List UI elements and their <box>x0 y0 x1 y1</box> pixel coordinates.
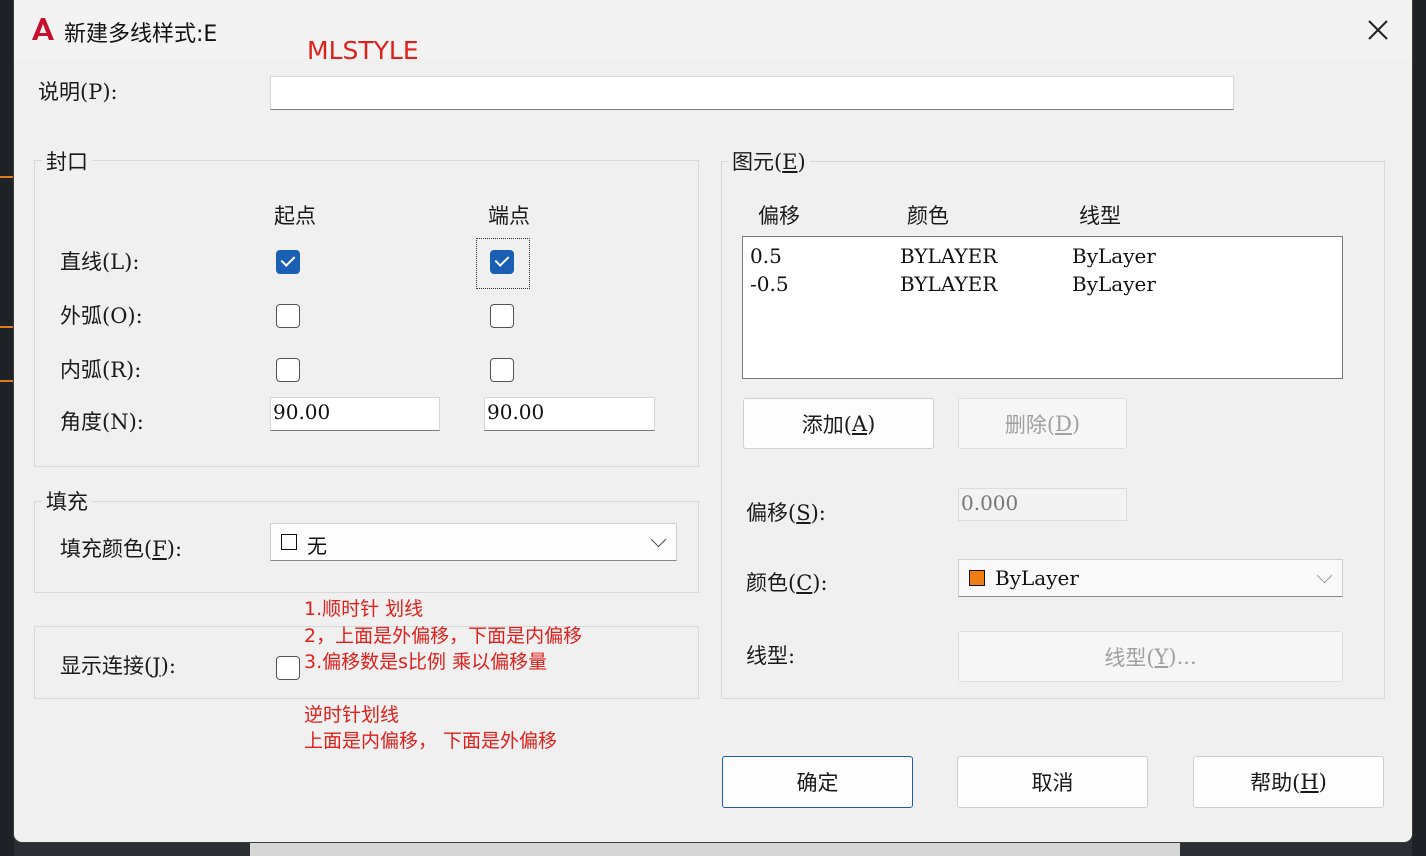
angle-start-input[interactable]: 90.00 <box>270 397 440 431</box>
description-input[interactable] <box>270 76 1234 110</box>
help-button[interactable]: 帮助(H) <box>1193 756 1384 808</box>
show-joints-checkbox[interactable] <box>276 656 300 680</box>
outer-arc-start-checkbox[interactable] <box>276 304 300 328</box>
element-offset: 0.5 <box>750 244 782 268</box>
element-color: BYLAYER <box>900 272 998 296</box>
inner-arc-label: 内弧(R): <box>60 358 142 382</box>
caps-group-title: 封口 <box>42 146 92 176</box>
description-label: 说明(P): <box>38 80 118 104</box>
delete-element-button[interactable]: 删除(D) <box>958 398 1127 449</box>
outer-arc-end-checkbox[interactable] <box>490 304 514 328</box>
background-bottom <box>250 842 1180 856</box>
linetype-label: 线型: <box>746 644 796 668</box>
fill-color-swatch <box>281 534 297 550</box>
close-icon <box>1368 20 1388 40</box>
outer-arc-label: 外弧(O): <box>60 304 143 328</box>
chevron-down-icon <box>650 531 667 548</box>
background-right <box>1412 0 1426 856</box>
annotation-mlstyle: MLSTYLE <box>307 36 419 65</box>
annotation-line-4: 逆时针划线 <box>304 704 400 726</box>
angle-label: 角度(N): <box>60 410 144 434</box>
angle-end-input[interactable]: 90.00 <box>484 397 655 431</box>
multiline-style-dialog: 新建多线样式:E MLSTYLE 说明(P): 封口 起点 端点 直线(L): … <box>14 0 1412 842</box>
linetype-button[interactable]: 线型(Y)... <box>958 631 1343 682</box>
element-color-swatch <box>969 570 985 586</box>
chevron-down-icon <box>1316 567 1333 584</box>
show-joints-label: 显示连接(J): <box>60 654 176 678</box>
window-title: 新建多线样式:E <box>64 22 218 47</box>
column-header-color: 颜色 <box>907 204 949 228</box>
inner-arc-start-checkbox[interactable] <box>276 358 300 382</box>
element-color-value: ByLayer <box>995 566 1079 590</box>
annotation-line-5: 上面是内偏移， 下面是外偏移 <box>304 730 558 752</box>
element-color: BYLAYER <box>900 244 998 268</box>
list-item[interactable]: -0.5 BYLAYER ByLayer <box>743 269 1342 297</box>
inner-arc-end-checkbox[interactable] <box>490 358 514 382</box>
background-line <box>0 380 14 382</box>
annotation-line-3: 3.偏移数是s比例 乘以偏移量 <box>304 651 548 673</box>
background-line <box>0 326 14 328</box>
title-bar: 新建多线样式:E <box>14 0 1412 58</box>
element-offset: -0.5 <box>750 272 789 296</box>
elements-group-title: 图元(E) <box>728 146 810 176</box>
background-line <box>0 176 14 178</box>
caps-column-start: 起点 <box>274 204 316 228</box>
add-element-button[interactable]: 添加(A) <box>743 398 934 449</box>
fill-group-title: 填充 <box>42 486 92 516</box>
autocad-logo-icon <box>32 18 54 40</box>
elements-list[interactable]: 0.5 BYLAYER ByLayer -0.5 BYLAYER ByLayer <box>742 236 1343 379</box>
element-linetype: ByLayer <box>1072 244 1156 268</box>
color-label: 颜色(C): <box>746 571 828 595</box>
line-cap-label: 直线(L): <box>60 250 140 274</box>
offset-label: 偏移(S): <box>746 501 826 525</box>
column-header-linetype: 线型 <box>1079 204 1121 228</box>
ok-button[interactable]: 确定 <box>722 756 913 808</box>
close-button[interactable] <box>1360 14 1396 46</box>
annotation-line-2: 2，上面是外偏移，下面是内偏移 <box>304 625 583 647</box>
fill-color-value: 无 <box>307 534 327 558</box>
fill-color-dropdown[interactable]: 无 <box>270 523 677 561</box>
list-item[interactable]: 0.5 BYLAYER ByLayer <box>743 241 1342 269</box>
caps-column-end: 端点 <box>488 204 530 228</box>
element-color-dropdown[interactable]: ByLayer <box>958 559 1343 597</box>
column-header-offset: 偏移 <box>758 204 800 228</box>
offset-input[interactable]: 0.000 <box>958 488 1127 521</box>
background-left <box>0 0 14 856</box>
cancel-button[interactable]: 取消 <box>957 756 1148 808</box>
annotation-line-1: 1.顺时针 划线 <box>304 598 424 620</box>
line-cap-start-checkbox[interactable] <box>276 250 300 274</box>
fill-color-label: 填充颜色(F): <box>60 537 183 561</box>
element-linetype: ByLayer <box>1072 272 1156 296</box>
line-cap-end-checkbox[interactable] <box>490 250 514 274</box>
